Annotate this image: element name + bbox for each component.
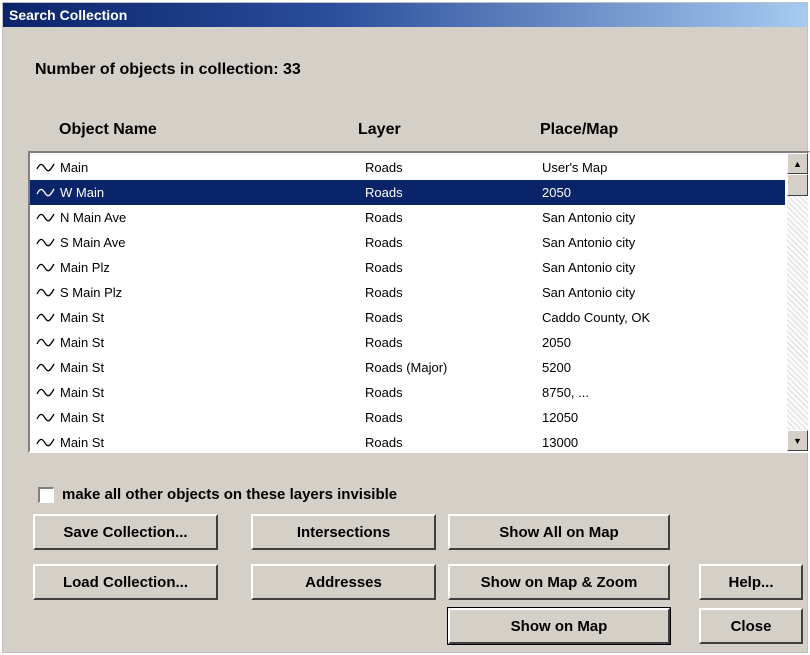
list-row[interactable]: S Main Ave Roads San Antonio city <box>30 230 785 255</box>
line-icon <box>36 338 55 347</box>
vertical-scrollbar[interactable]: ▲ ▼ <box>787 153 808 451</box>
object-name-cell: Main St <box>60 410 105 425</box>
invisible-layers-label: make all other objects on these layers i… <box>62 486 398 503</box>
place-map-cell: 12050 <box>542 410 579 425</box>
line-icon <box>36 263 55 272</box>
place-map-cell: 5200 <box>542 360 571 375</box>
list-row[interactable]: Main Plz Roads San Antonio city <box>30 255 785 280</box>
place-map-cell: 2050 <box>542 335 571 350</box>
object-name-cell: Main St <box>60 310 105 325</box>
place-map-cell: 8750, ... <box>542 385 589 400</box>
show-on-map-zoom-button[interactable]: Show on Map & Zoom <box>448 564 670 600</box>
list-row[interactable]: Main St Roads 8750, ... <box>30 380 785 405</box>
scroll-thumb[interactable] <box>787 174 808 196</box>
layer-cell: Roads (Major) <box>365 360 448 375</box>
place-map-cell: San Antonio city <box>542 235 636 250</box>
place-map-cell: San Antonio city <box>542 210 636 225</box>
line-icon <box>36 213 55 222</box>
search-collection-dialog: Search Collection Number of objects in c… <box>2 2 810 653</box>
results-list[interactable]: Main Roads User's Map W Main Roads 2050 N Main… <box>28 151 810 453</box>
column-header-place-map: Place/Map <box>540 121 619 138</box>
scroll-down-arrow-icon[interactable]: ▼ <box>787 430 808 451</box>
list-row[interactable]: Main St Roads 12050 <box>30 405 785 430</box>
object-name-cell: S Main Ave <box>60 235 126 250</box>
list-row[interactable]: Main St Roads (Major) 5200 <box>30 355 785 380</box>
column-header-object-name: Object Name <box>59 121 157 138</box>
collection-count: Number of objects in collection: 33 <box>35 61 301 78</box>
invisible-layers-option[interactable]: make all other objects on these layers i… <box>38 486 397 503</box>
list-row[interactable]: Main St Roads Caddo County, OK <box>30 305 785 330</box>
object-name-cell: S Main Plz <box>60 285 123 300</box>
place-map-cell: San Antonio city <box>542 285 636 300</box>
line-icon <box>36 363 55 372</box>
place-map-cell: Caddo County, OK <box>542 310 651 325</box>
object-name-cell: Main St <box>60 335 105 350</box>
line-icon <box>36 388 55 397</box>
show-on-map-button[interactable]: Show on Map <box>447 607 671 645</box>
place-map-cell: 13000 <box>542 435 579 450</box>
layer-cell: Roads <box>365 185 403 200</box>
results-list-rows: Main Roads User's Map W Main Roads 2050 N Main… <box>30 153 785 451</box>
line-icon <box>36 238 55 247</box>
list-row[interactable]: Main Roads User's Map <box>30 155 785 180</box>
window-title: Search Collection <box>9 7 128 23</box>
object-name-cell: Main Plz <box>60 260 110 275</box>
place-map-cell: 2050 <box>542 185 571 200</box>
list-row[interactable]: Main St Roads 2050 <box>30 330 785 355</box>
list-row[interactable]: W Main Roads 2050 <box>30 180 785 205</box>
save-collection-button[interactable]: Save Collection... <box>33 514 218 550</box>
list-row[interactable]: S Main Plz Roads San Antonio city <box>30 280 785 305</box>
column-header-layer: Layer <box>358 121 401 138</box>
line-icon <box>36 313 55 322</box>
addresses-button[interactable]: Addresses <box>251 564 436 600</box>
object-name-cell: Main St <box>60 435 105 450</box>
place-map-cell: San Antonio city <box>542 260 636 275</box>
object-name-cell: Main St <box>60 385 105 400</box>
help-button[interactable]: Help... <box>699 564 803 600</box>
line-icon <box>36 163 55 172</box>
intersections-button[interactable]: Intersections <box>251 514 436 550</box>
layer-cell: Roads <box>365 160 403 175</box>
invisible-layers-checkbox[interactable] <box>38 486 54 503</box>
layer-cell: Roads <box>365 210 403 225</box>
object-name-cell: Main <box>60 160 89 175</box>
line-icon <box>36 288 55 297</box>
load-collection-button[interactable]: Load Collection... <box>33 564 218 600</box>
list-row[interactable]: N Main Ave Roads San Antonio city <box>30 205 785 230</box>
scroll-up-arrow-icon[interactable]: ▲ <box>787 153 808 174</box>
list-row[interactable]: Main St Roads 13000 <box>30 430 785 451</box>
object-name-cell: N Main Ave <box>60 210 127 225</box>
layer-cell: Roads <box>365 385 403 400</box>
show-all-on-map-button[interactable]: Show All on Map <box>448 514 670 550</box>
object-name-cell: W Main <box>60 185 105 200</box>
layer-cell: Roads <box>365 335 403 350</box>
layer-cell: Roads <box>365 235 403 250</box>
line-icon <box>36 438 55 447</box>
object-name-cell: Main St <box>60 360 105 375</box>
layer-cell: Roads <box>365 310 403 325</box>
title-bar[interactable]: Search Collection <box>3 3 807 27</box>
layer-cell: Roads <box>365 260 403 275</box>
line-icon <box>36 188 55 197</box>
layer-cell: Roads <box>365 285 403 300</box>
layer-cell: Roads <box>365 410 403 425</box>
layer-cell: Roads <box>365 435 403 450</box>
close-button[interactable]: Close <box>699 608 803 644</box>
place-map-cell: User's Map <box>542 160 608 175</box>
line-icon <box>36 413 55 422</box>
